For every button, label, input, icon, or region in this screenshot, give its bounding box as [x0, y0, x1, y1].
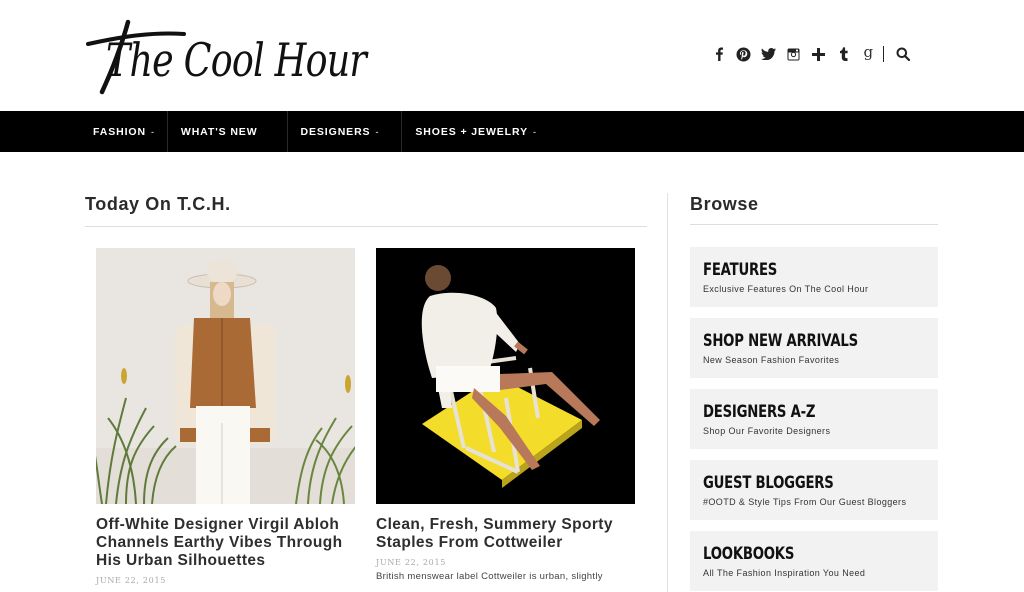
nav-item-label: FASHION: [93, 125, 146, 138]
article-title[interactable]: Off-White Designer Virgil Abloh Channels…: [96, 516, 355, 570]
twitter-icon[interactable]: [756, 44, 781, 64]
article-image[interactable]: [376, 248, 635, 504]
social-links: g: [706, 44, 915, 64]
browse-item-subtitle: #OOTD & Style Tips From Our Guest Blogge…: [703, 497, 907, 507]
browse-item-designers-a-z[interactable]: DESIGNERS A-Z Shop Our Favorite Designer…: [690, 389, 938, 449]
column-divider: [667, 193, 668, 592]
tumblr-icon[interactable]: [831, 44, 856, 64]
instagram-icon[interactable]: [781, 44, 806, 64]
browse-item-guest-bloggers[interactable]: GUEST BLOGGERS #OOTD & Style Tips From O…: [690, 460, 938, 520]
browse-list: FEATURES Exclusive Features On The Cool …: [690, 247, 938, 592]
nav-item-label: WHAT'S NEW: [180, 125, 258, 138]
browse-item-name: GUEST BLOGGERS: [703, 473, 834, 493]
browse-item-lookbooks[interactable]: LOOKBOOKS All The Fashion Inspiration Yo…: [690, 531, 938, 591]
browse-item-name: DESIGNERS A-Z: [703, 402, 816, 422]
nav-item-label: DESIGNERS: [300, 125, 371, 138]
article-card: Off-White Designer Virgil Abloh Channels…: [96, 248, 355, 585]
article-image[interactable]: [96, 248, 355, 504]
sidebar-title: Browse: [690, 194, 759, 214]
browse-item-shop-new-arrivals[interactable]: SHOP NEW ARRIVALS New Season Fashion Fav…: [690, 318, 938, 378]
site-logo[interactable]: The Cool Hour: [84, 14, 374, 96]
browse-item-name: SHOP NEW ARRIVALS: [703, 331, 858, 351]
site-header: The Cool Hour g: [0, 0, 1024, 111]
browse-item-name: FEATURES: [703, 260, 778, 280]
browse-item-subtitle: Shop Our Favorite Designers: [703, 426, 831, 436]
browse-item-subtitle: New Season Fashion Favorites: [703, 355, 840, 365]
sidebar-divider: [690, 224, 938, 225]
search-icon[interactable]: [890, 44, 915, 64]
article-date: JUNE 22, 2015: [376, 558, 447, 567]
logo-text: The Cool Hour: [106, 33, 369, 87]
google-plus-icon[interactable]: g: [856, 44, 881, 64]
dropdown-caret-icon: -: [150, 126, 155, 137]
browse-item-subtitle: Exclusive Features On The Cool Hour: [703, 284, 869, 294]
article-date: JUNE 22, 2015: [96, 576, 167, 585]
section-divider: [85, 226, 647, 227]
nav-item-shoes-jewelry[interactable]: SHOES + JEWELRY -: [402, 111, 549, 152]
browse-item-name: LOOKBOOKS: [703, 544, 795, 564]
nav-item-fashion[interactable]: FASHION -: [80, 111, 168, 152]
article-title[interactable]: Clean, Fresh, Summery Sporty Staples Fro…: [376, 516, 635, 552]
social-divider: [883, 46, 884, 62]
browse-item-features[interactable]: FEATURES Exclusive Features On The Cool …: [690, 247, 938, 307]
pinterest-icon[interactable]: [731, 44, 756, 64]
dropdown-caret-icon: -: [375, 126, 380, 137]
svg-text:g: g: [864, 46, 874, 61]
bloglovin-plus-icon[interactable]: [806, 44, 831, 64]
main-nav: FASHION - WHAT'S NEW DESIGNERS - SHOES +…: [0, 111, 1024, 152]
article-excerpt: British menswear label Cottweiler is urb…: [376, 571, 603, 582]
browse-item-subtitle: All The Fashion Inspiration You Need: [703, 568, 866, 578]
section-title: Today On T.C.H.: [85, 194, 231, 214]
dropdown-caret-icon: -: [532, 126, 537, 137]
nav-item-label: SHOES + JEWELRY: [415, 125, 528, 138]
article-card: Clean, Fresh, Summery Sporty Staples Fro…: [376, 248, 635, 582]
nav-item-whats-new[interactable]: WHAT'S NEW: [168, 111, 288, 152]
nav-item-designers[interactable]: DESIGNERS -: [288, 111, 403, 152]
facebook-icon[interactable]: [706, 44, 731, 64]
